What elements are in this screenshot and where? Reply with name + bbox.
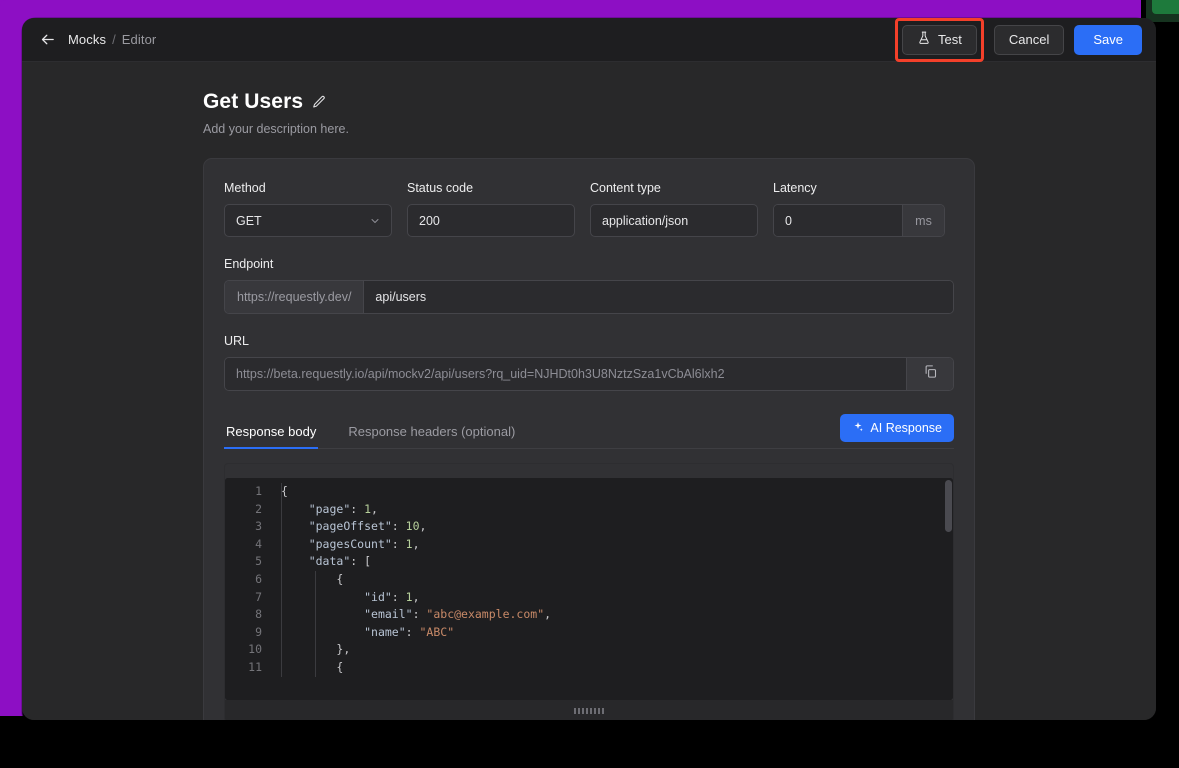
config-fields-row: Method GET Status co (224, 181, 954, 237)
sparkle-icon (852, 421, 864, 436)
endpoint-input-group: https://requestly.dev/ (224, 280, 954, 314)
app-window: Mocks / Editor Test (22, 18, 1156, 720)
editor-line-numbers: 1234567891011 (225, 478, 271, 700)
editor-scrollbar[interactable] (944, 478, 953, 700)
editor-code-line: "id": 1, (271, 589, 953, 607)
editor-code-line: "pageOffset": 10, (271, 518, 953, 536)
copy-url-button[interactable] (906, 358, 953, 390)
method-value: GET (236, 214, 262, 228)
editor-line-number: 3 (225, 518, 271, 536)
mock-config-card: Method GET Status co (203, 158, 975, 720)
latency-input-group: ms (773, 204, 945, 237)
editor-line-number: 6 (225, 571, 271, 589)
page-description[interactable]: Add your description here. (203, 122, 975, 136)
copy-icon (923, 364, 938, 384)
content-type-input[interactable] (590, 204, 758, 237)
editor-code-line: "page": 1, (271, 501, 953, 519)
flask-icon (917, 31, 931, 48)
breadcrumb: Mocks / Editor (68, 32, 156, 47)
status-code-label: Status code (407, 181, 575, 195)
save-button[interactable]: Save (1074, 25, 1142, 55)
test-button-label: Test (938, 32, 962, 47)
content-type-label: Content type (590, 181, 758, 195)
latency-unit-suffix: ms (902, 205, 944, 236)
method-field: Method GET (224, 181, 392, 237)
editor-code-line: { (271, 571, 953, 589)
status-code-input[interactable] (407, 204, 575, 237)
editor-line-number: 4 (225, 536, 271, 554)
editor-line-number: 10 (225, 641, 271, 659)
content-inner: Get Users Add your description here. Met… (203, 90, 975, 720)
editor-code-line: { (271, 483, 953, 501)
editor-line-number: 5 (225, 553, 271, 571)
endpoint-prefix: https://requestly.dev/ (225, 281, 364, 313)
breadcrumb-mocks[interactable]: Mocks (68, 32, 106, 47)
page-title-row: Get Users (203, 90, 975, 114)
latency-field: Latency ms (773, 181, 945, 237)
endpoint-label: Endpoint (224, 257, 954, 271)
url-input-group (224, 357, 954, 391)
editor-line-number: 7 (225, 589, 271, 607)
editor-code-line: "email": "abc@example.com", (271, 606, 953, 624)
test-button[interactable]: Test (902, 25, 977, 55)
latency-input[interactable] (774, 205, 902, 236)
save-button-label: Save (1093, 32, 1123, 47)
editor-resize-handle[interactable] (225, 700, 953, 720)
back-button[interactable] (34, 27, 60, 53)
ai-response-button[interactable]: AI Response (840, 414, 954, 442)
top-bar-actions: Test Cancel Save (895, 18, 1142, 62)
decorative-frame-corner (1152, 0, 1179, 14)
response-body-editor-wrap: 1234567891011 { "page": 1, "pageOffset":… (224, 463, 954, 720)
endpoint-input[interactable] (364, 281, 953, 313)
tab-response-body[interactable]: Response body (224, 424, 318, 448)
arrow-left-icon (39, 31, 56, 48)
cancel-button[interactable]: Cancel (994, 25, 1064, 55)
test-button-highlight-wrap: Test (895, 18, 984, 62)
content-type-field: Content type (590, 181, 758, 237)
content-area: Get Users Add your description here. Met… (22, 62, 1156, 720)
editor-line-number: 2 (225, 501, 271, 519)
response-body-editor[interactable]: 1234567891011 { "page": 1, "pageOffset":… (225, 478, 953, 700)
breadcrumb-separator: / (112, 32, 116, 47)
tab-response-headers[interactable]: Response headers (optional) (346, 424, 517, 448)
editor-line-number: 8 (225, 606, 271, 624)
latency-label: Latency (773, 181, 945, 195)
ai-response-label: AI Response (870, 421, 942, 435)
pencil-icon[interactable] (312, 95, 326, 109)
url-label: URL (224, 334, 954, 348)
editor-code-line: }, (271, 641, 953, 659)
editor-code-line: { (271, 659, 953, 677)
drag-handle-icon (574, 708, 604, 714)
top-bar: Mocks / Editor Test (22, 18, 1156, 62)
breadcrumb-editor: Editor (122, 32, 157, 47)
page-title: Get Users (203, 90, 303, 114)
editor-code-line: "data": [ (271, 553, 953, 571)
method-select[interactable]: GET (224, 204, 392, 237)
editor-code-line: "name": "ABC" (271, 624, 953, 642)
screen: Mocks / Editor Test (0, 0, 1179, 768)
editor-code-line: "pagesCount": 1, (271, 536, 953, 554)
url-input[interactable] (225, 358, 906, 390)
editor-code-area[interactable]: { "page": 1, "pageOffset": 10, "pagesCou… (271, 478, 953, 700)
editor-line-number: 11 (225, 659, 271, 677)
method-label: Method (224, 181, 392, 195)
editor-scrollbar-thumb[interactable] (945, 480, 952, 532)
chevron-down-icon (369, 215, 381, 227)
status-code-field: Status code (407, 181, 575, 237)
url-field: URL (224, 334, 954, 391)
cancel-button-label: Cancel (1009, 32, 1049, 47)
editor-line-number: 9 (225, 624, 271, 642)
editor-line-number: 1 (225, 483, 271, 501)
endpoint-field: Endpoint https://requestly.dev/ (224, 257, 954, 314)
response-tabs: Response body Response headers (optional… (224, 413, 954, 449)
